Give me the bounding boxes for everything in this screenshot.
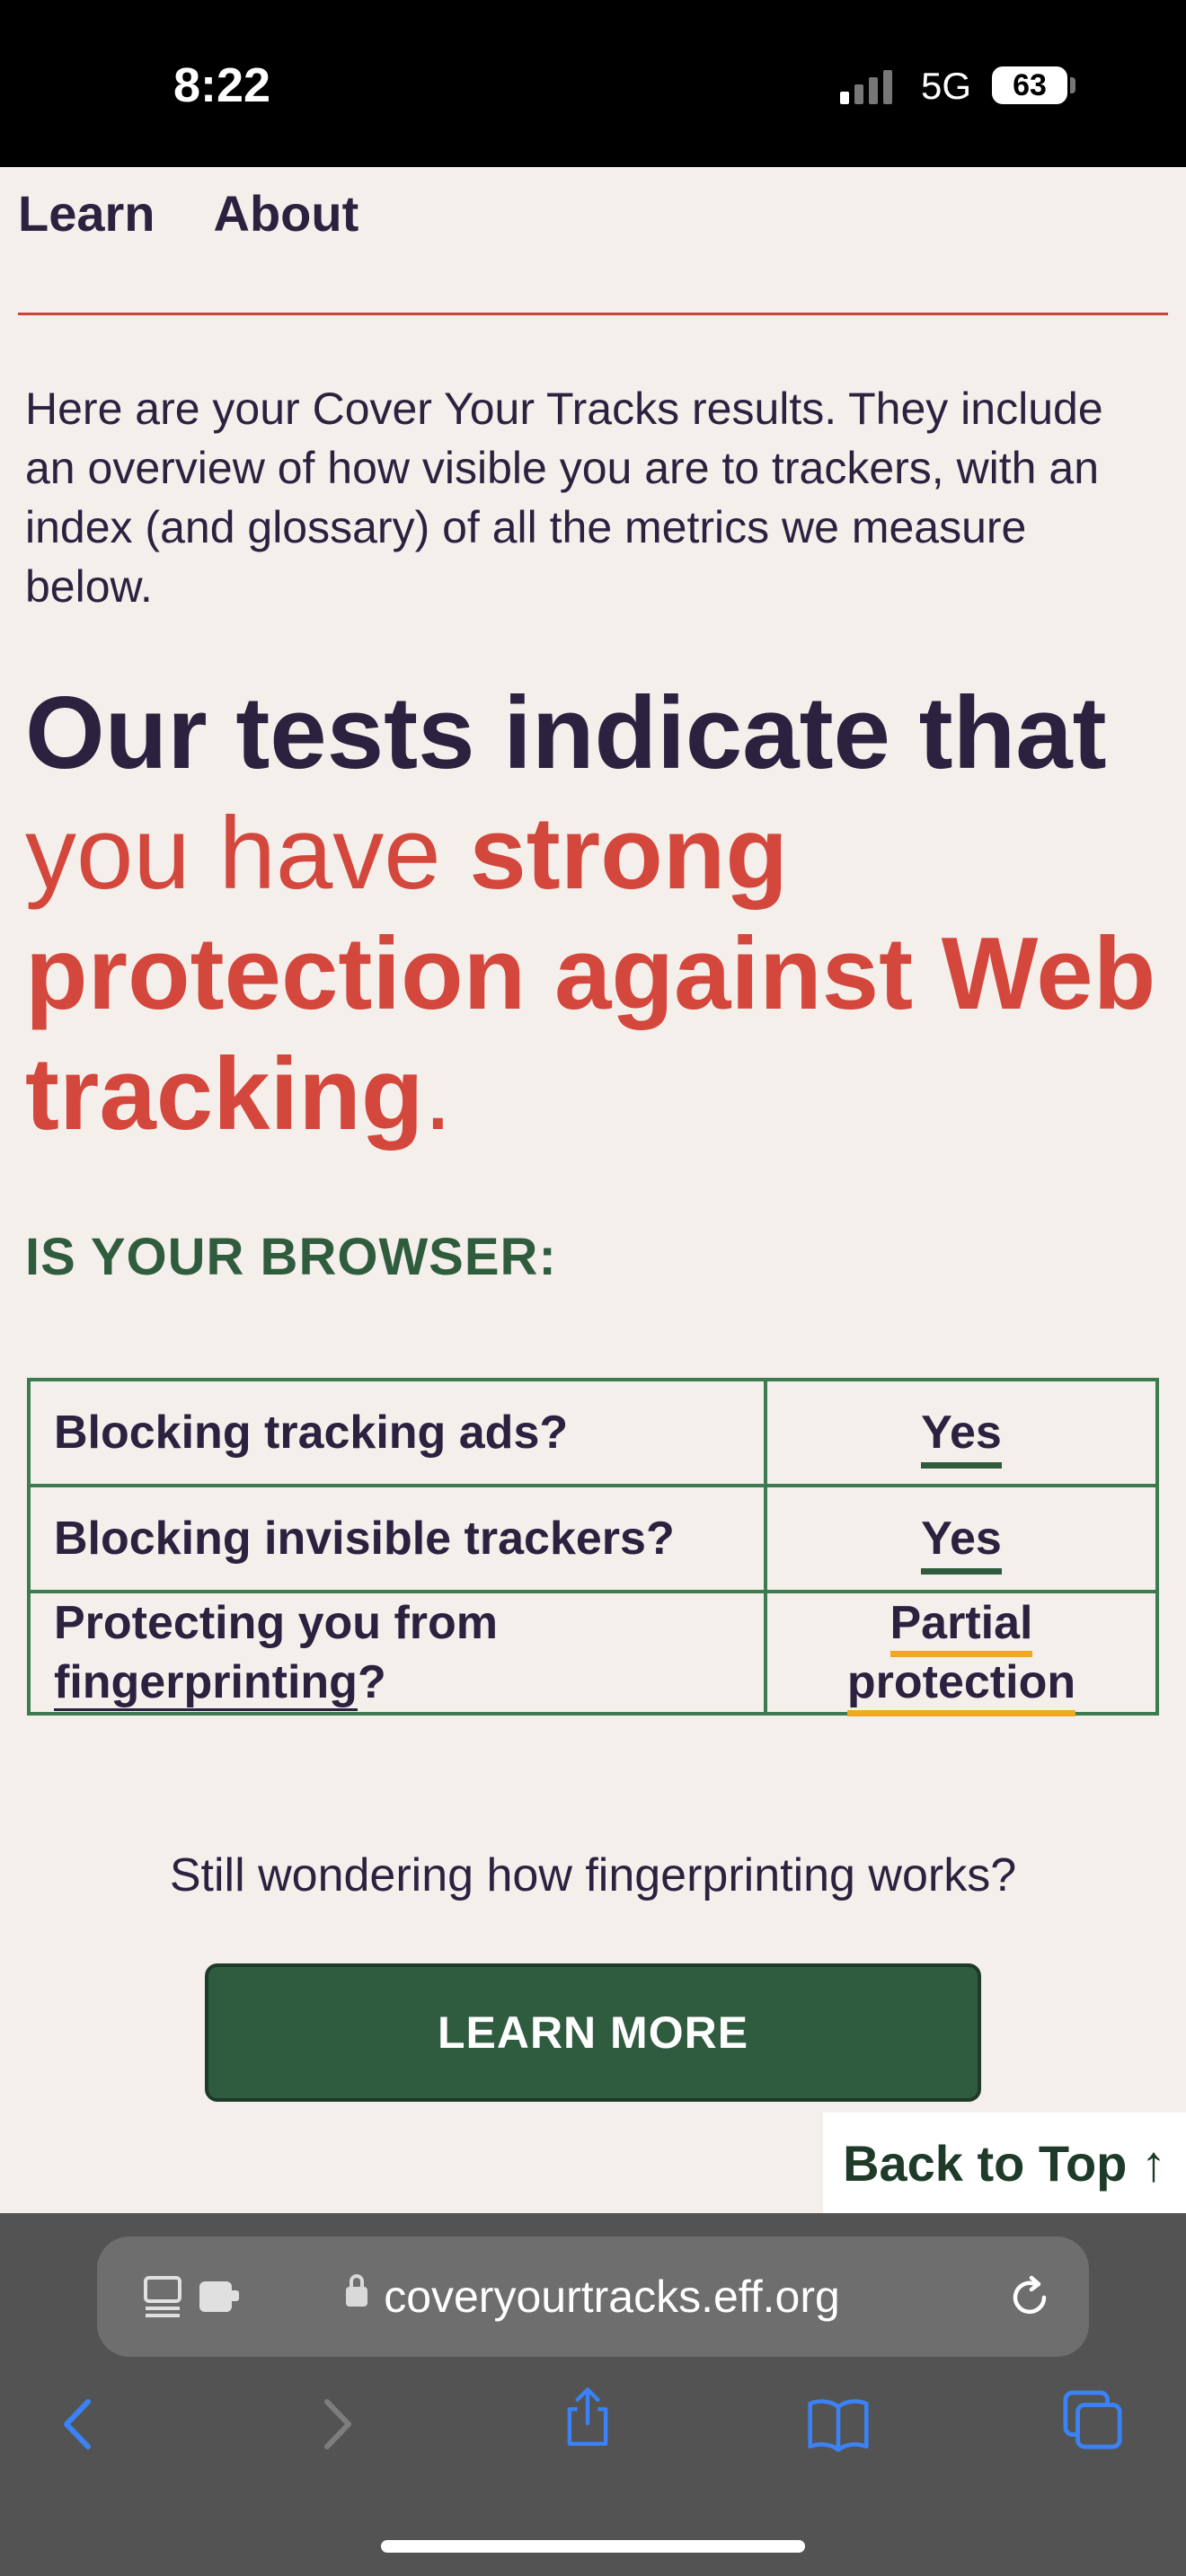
answer-cell: Yes [764,1378,1159,1487]
question-suffix: ? [357,1656,386,1708]
forward-icon[interactable] [305,2393,368,2456]
question-text: Protecting you from [54,1597,499,1649]
back-icon[interactable] [47,2393,110,2456]
answer-link-yes[interactable]: Yes [921,1407,1002,1469]
tabs-icon[interactable] [1062,2389,1125,2452]
fingerprinting-link[interactable]: fingerprinting [54,1656,358,1711]
battery-icon: 63 [992,66,1067,104]
question-cell: Blocking invisible trackers? [27,1484,767,1593]
nav-divider [18,313,1168,315]
lock-icon [346,2273,368,2307]
browser-heading: IS YOUR BROWSER: [25,1228,557,1286]
network-type: 5G [921,65,972,107]
table-row: Protecting you from fingerprinting? Part… [27,1590,1159,1716]
answer-cell: Yes [764,1484,1159,1593]
learn-more-button[interactable]: LEARN MORE [205,1963,981,2102]
table-row: Blocking tracking ads? Yes [27,1378,1159,1487]
cellular-signal-icon [840,68,892,104]
answer-link-protection[interactable]: protection [846,1656,1076,1716]
headline-part1: Our tests indicate that [25,676,1107,790]
headline-part4: . [423,1037,453,1151]
results-headline: Our tests indicate that you have strong … [25,674,1175,1155]
question-cell: Blocking tracking ads? [27,1378,767,1487]
answer-link-yes[interactable]: Yes [921,1513,1002,1575]
bookmarks-icon[interactable] [807,2393,870,2456]
table-row: Blocking invisible trackers? Yes [27,1484,1159,1593]
intro-text: Here are your Cover Your Tracks results.… [25,384,1103,612]
headline-part2: you have [25,797,470,911]
top-nav: Learn About [18,184,358,243]
nav-about-link[interactable]: About [214,184,359,243]
nav-learn-link[interactable]: Learn [18,184,155,243]
back-to-top-button[interactable]: Back to Top ↑ [823,2113,1186,2213]
fingerprinting-question: Still wondering how fingerprinting works… [169,1849,1017,1901]
answer-link-partial[interactable]: Partial [890,1597,1033,1657]
home-indicator [381,2540,805,2553]
battery-nub [1070,77,1075,93]
url-text: coveryourtracks.eff.org [384,2272,840,2322]
results-table: Blocking tracking ads? Yes Blocking invi… [27,1378,1159,1716]
answer-cell: Partial protection [764,1590,1159,1716]
share-icon[interactable] [556,2386,619,2448]
reload-icon[interactable] [1005,2272,1055,2323]
status-time: 8:22 [173,58,271,112]
question-cell: Protecting you from fingerprinting? [27,1590,767,1716]
